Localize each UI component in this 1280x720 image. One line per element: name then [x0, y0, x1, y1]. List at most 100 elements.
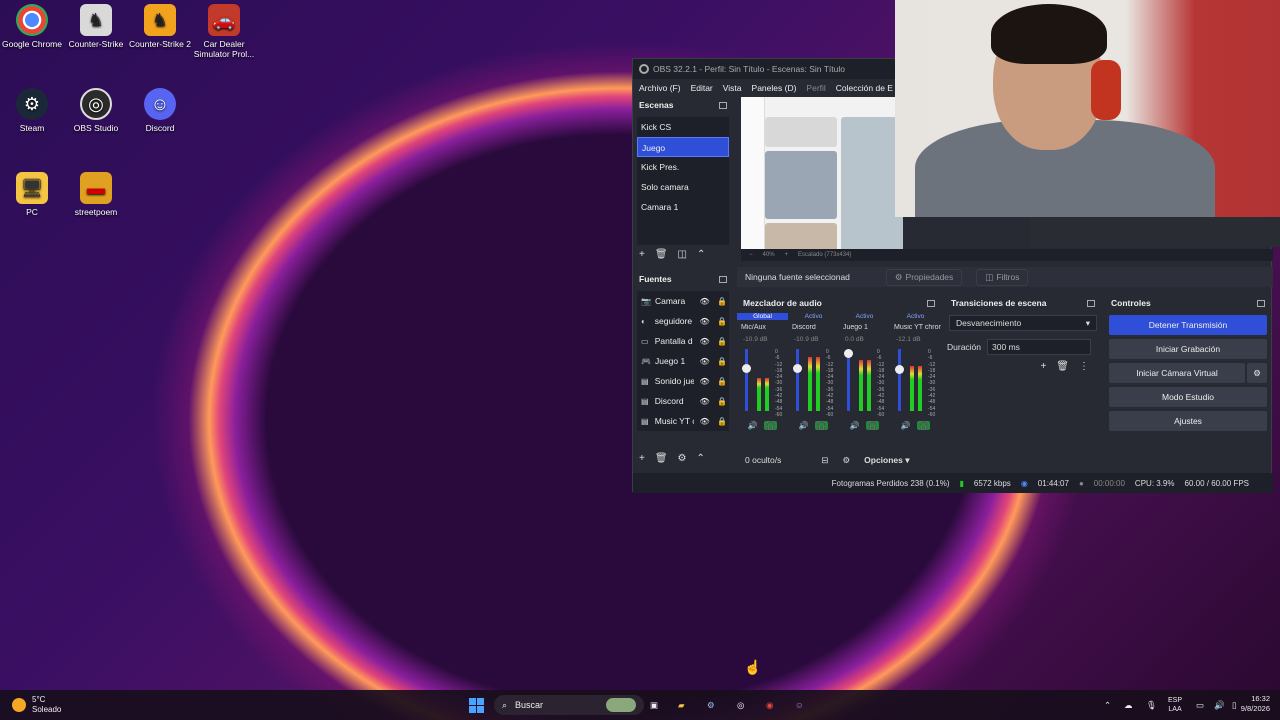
move-up-icon[interactable]: ⌃ — [697, 249, 705, 260]
properties-button[interactable]: ⚙ Propiedades — [885, 268, 963, 286]
mixer-tab[interactable]: Activo — [839, 313, 890, 320]
dock-icon[interactable] — [719, 275, 727, 283]
studio-mode-button[interactable]: Modo Estudio — [1109, 387, 1267, 407]
headphones-icon[interactable]: 🎧 — [763, 420, 778, 430]
source-item[interactable]: ▤ Sonido jue 👁 🔒 — [637, 371, 729, 391]
add-icon[interactable]: + — [639, 249, 645, 260]
menu-perfil[interactable]: Perfil — [806, 83, 825, 93]
scene-item[interactable]: Camara 1 — [637, 197, 729, 217]
microphone-icon[interactable]: 🎙 — [1146, 696, 1157, 714]
lock-icon[interactable]: 🔒 — [715, 317, 729, 326]
volume-slider-knob[interactable] — [895, 364, 904, 374]
source-item[interactable]: 📷 Camara 👁 🔒 — [637, 291, 729, 311]
eye-icon[interactable]: 👁 — [698, 357, 712, 366]
volume-slider[interactable] — [745, 349, 748, 411]
mixer-layout-icon[interactable]: ⊟ — [821, 455, 828, 466]
start-virtual-camera-button[interactable]: Iniciar Cámara Virtual — [1109, 363, 1245, 383]
start-button[interactable] — [469, 696, 484, 714]
volume-slider[interactable] — [796, 349, 799, 411]
file-explorer-icon[interactable]: ▰ — [678, 696, 685, 714]
trash-icon[interactable]: 🗑 — [655, 249, 668, 260]
transition-select[interactable]: Desvanecimiento ▾ — [949, 315, 1097, 331]
speaker-icon[interactable]: 🔊 — [799, 421, 809, 430]
scene-item-selected[interactable]: Juego — [637, 137, 729, 157]
eye-icon[interactable]: 👁 — [698, 297, 712, 306]
scene-item[interactable]: Kick CS — [637, 117, 729, 137]
volume-slider[interactable] — [898, 349, 901, 411]
options-button[interactable]: Opciones ▾ — [864, 455, 909, 466]
desktop-icon-chrome[interactable]: Google Chrome — [0, 4, 64, 49]
search-input[interactable]: ⌕ Buscar — [494, 695, 644, 715]
volume-slider[interactable] — [847, 349, 850, 411]
add-icon[interactable]: + — [639, 453, 645, 464]
desktop-icon-counter-strike[interactable]: ♞ Counter-Strike — [64, 4, 128, 49]
mixer-tab[interactable]: Activo — [788, 313, 839, 320]
menu-vista[interactable]: Vista — [723, 83, 742, 93]
mixer-settings-icon[interactable]: ⚙ — [843, 455, 851, 466]
source-item[interactable]: ▤ Discord 👁 🔒 — [637, 391, 729, 411]
monitor-icon[interactable]: ▭ — [1196, 696, 1204, 714]
volume-slider-knob[interactable] — [793, 363, 802, 373]
eye-icon[interactable]: 👁 — [698, 337, 712, 346]
add-icon[interactable]: + — [1040, 361, 1046, 372]
lock-icon[interactable]: 🔒 — [715, 397, 729, 406]
volume-slider-knob[interactable] — [742, 363, 751, 373]
eye-icon[interactable]: 👁 — [698, 377, 712, 386]
dock-icon[interactable] — [1087, 299, 1095, 307]
dock-icon[interactable] — [927, 299, 935, 307]
gear-icon[interactable]: ⚙ — [678, 453, 687, 464]
mixer-tab[interactable]: Global — [737, 312, 788, 320]
obs-taskbar-icon[interactable]: ◎ — [737, 696, 744, 714]
task-view-icon[interactable]: ▣ — [650, 696, 658, 714]
desktop-icon-car-dealer[interactable]: 🚗 Car Dealer Simulator Prol... — [192, 4, 256, 59]
eye-icon[interactable]: 👁 — [698, 317, 712, 326]
menu-coleccion[interactable]: Colección de E — [836, 83, 893, 93]
speaker-icon[interactable]: 🔊 — [850, 421, 860, 430]
desktop-icon-discord[interactable]: ☺ Discord — [128, 88, 192, 133]
menu-archivo[interactable]: Archivo (F) — [639, 83, 681, 93]
headphones-icon[interactable]: 🎧 — [916, 420, 931, 430]
dock-icon[interactable] — [719, 101, 727, 109]
lock-icon[interactable]: 🔒 — [715, 377, 729, 386]
discord-taskbar-icon[interactable]: ☺ — [795, 696, 804, 714]
filter-icon[interactable]: ◫ — [678, 249, 687, 260]
headphones-icon[interactable]: 🎧 — [814, 420, 829, 430]
source-item[interactable]: 🎮 Juego 1 👁 🔒 — [637, 351, 729, 371]
lock-icon[interactable]: 🔒 — [715, 337, 729, 346]
lock-icon[interactable]: 🔒 — [715, 297, 729, 306]
volume-icon[interactable]: 🔊 — [1214, 696, 1225, 714]
more-icon[interactable]: ⋮ — [1079, 361, 1089, 372]
steam-taskbar-icon[interactable]: ⚙ — [707, 696, 715, 714]
scene-item[interactable]: Kick Pres. — [637, 157, 729, 177]
desktop-icon-counter-strike-2[interactable]: ♞ Counter-Strike 2 — [128, 4, 192, 49]
chrome-taskbar-icon[interactable]: ◉ — [766, 696, 773, 714]
menu-paneles[interactable]: Paneles (D) — [752, 83, 797, 93]
source-item[interactable]: ◐ seguidore 👁 🔒 — [637, 311, 729, 331]
lock-icon[interactable]: 🔒 — [715, 417, 729, 426]
desktop-icon-pc[interactable]: 🖥 PC — [0, 172, 64, 217]
desktop-icon-steam[interactable]: ⚙ Steam — [0, 88, 64, 133]
volume-slider-knob[interactable] — [844, 349, 853, 358]
desktop-icon-streetpoem[interactable]: ▬ streetpoem — [64, 172, 128, 217]
clock[interactable]: 16:32 9/8/2026 — [1230, 694, 1270, 713]
move-up-icon[interactable]: ⌃ — [697, 453, 705, 464]
settings-button[interactable]: Ajustes — [1109, 411, 1267, 431]
lock-icon[interactable]: 🔒 — [715, 357, 729, 366]
menu-editar[interactable]: Editar — [691, 83, 713, 93]
zoom-out-icon[interactable]: − — [749, 252, 753, 258]
scene-item[interactable]: Solo camara — [637, 177, 729, 197]
trash-icon[interactable]: 🗑 — [1056, 361, 1069, 372]
mixer-tab[interactable]: Activo — [890, 313, 941, 320]
filters-button[interactable]: ◫ Filtros — [976, 268, 1029, 286]
eye-icon[interactable]: 👁 — [698, 397, 712, 406]
source-item[interactable]: ▭ Pantalla d 👁 🔒 — [637, 331, 729, 351]
zoom-in-icon[interactable]: + — [785, 252, 789, 258]
headphones-icon[interactable]: 🎧 — [865, 420, 880, 430]
network-tray-icon[interactable]: ☁ — [1124, 696, 1133, 714]
start-recording-button[interactable]: Iniciar Grabación — [1109, 339, 1267, 359]
chevron-up-icon[interactable]: ⌃ — [1104, 696, 1111, 714]
preview-canvas[interactable] — [741, 97, 903, 257]
language-indicator[interactable]: ESP LAA — [1168, 696, 1182, 714]
source-item[interactable]: ▤ Music YT c 👁 🔒 — [637, 411, 729, 431]
weather-widget[interactable]: 5°C Soleado — [12, 695, 61, 714]
